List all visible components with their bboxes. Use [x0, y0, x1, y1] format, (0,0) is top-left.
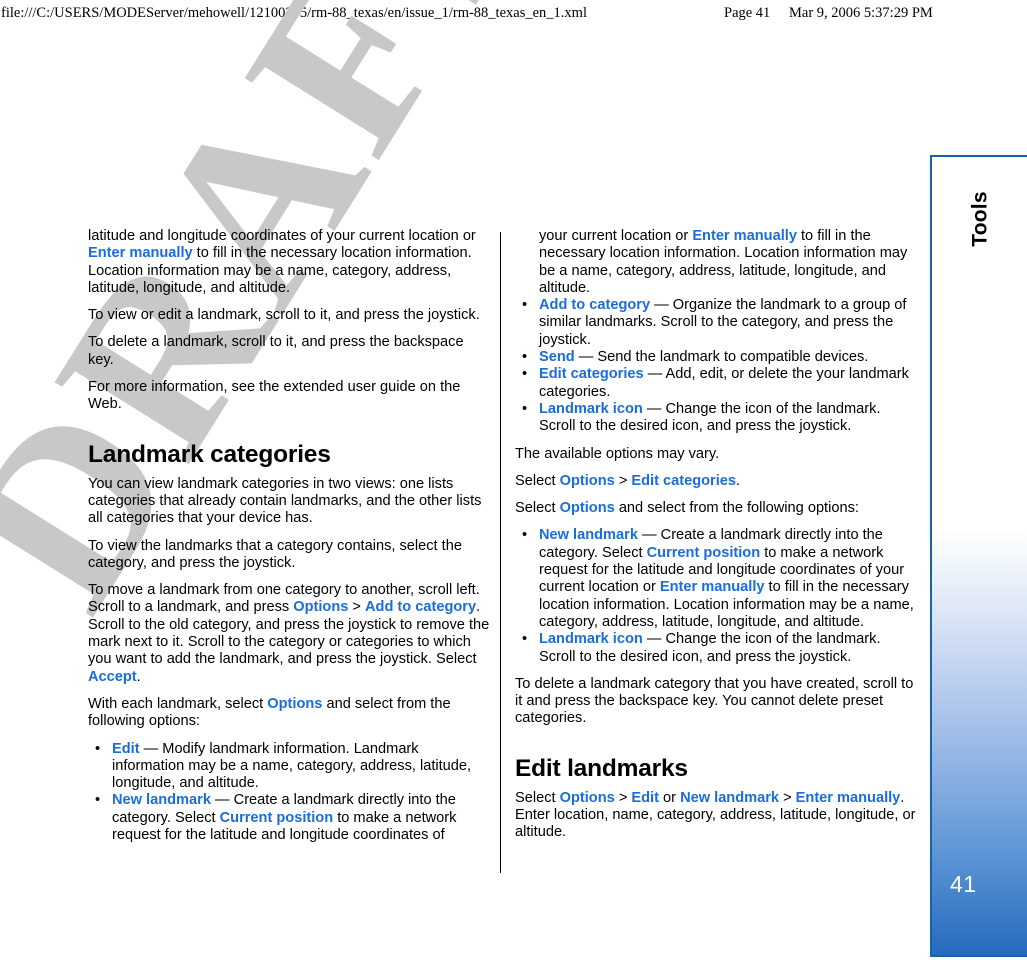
bullet-item: • New landmark — Create a landmark direct…: [88, 792, 492, 844]
ui-term: Options: [267, 695, 323, 712]
body-paragraph: For more information, see the extended u…: [88, 379, 492, 414]
section-heading: Landmark categories: [88, 441, 492, 469]
print-header: file:///C:/USERS/MODEServer/mehowell/121…: [0, 0, 1027, 26]
side-thumb-tab: Tools 41: [930, 155, 1027, 957]
ui-term: Options: [559, 500, 615, 517]
ui-term: Options: [293, 599, 349, 616]
body-paragraph: To delete a landmark category that you h…: [515, 676, 919, 728]
left-text-column: latitude and longitude coordinates of yo…: [88, 228, 492, 854]
bullet-item: • Landmark icon — Change the icon of the …: [515, 401, 919, 436]
ui-term: Landmark icon: [539, 400, 643, 417]
side-tab-label-text: Tools: [968, 191, 992, 247]
bullet-list: • New landmark — Create a landmark direct…: [515, 527, 919, 665]
menu-separator: >: [614, 472, 632, 489]
right-text-column: your current location or Enter manually …: [515, 228, 919, 852]
document-page: file:///C:/USERS/MODEServer/mehowell/121…: [0, 0, 1027, 957]
body-paragraph: Select Options > Edit categories.: [515, 473, 919, 490]
bullet-dot-icon: •: [95, 792, 101, 809]
body-text: .: [136, 668, 141, 685]
print-header-timestamp: Mar 9, 2006 5:37:29 PM: [789, 5, 933, 21]
body-paragraph: To delete a landmark, scroll to it, and …: [88, 334, 492, 369]
ui-term: Enter manually: [795, 789, 901, 806]
column-divider: [500, 232, 501, 873]
body-paragraph: Select Options > Edit or New landmark > …: [515, 790, 919, 842]
body-paragraph: Select Options and select from the follo…: [515, 500, 919, 517]
body-text: or: [658, 789, 681, 806]
bullet-dot-icon: •: [522, 631, 528, 648]
body-text: To view the landmarks that a category co…: [88, 537, 462, 571]
ui-term: Add to category: [365, 599, 477, 616]
ui-term: Options: [559, 789, 615, 806]
body-text: Select: [515, 500, 560, 517]
ui-term: Edit categories: [631, 472, 737, 489]
ui-term: Landmark icon: [539, 631, 643, 648]
body-text: Select: [515, 472, 560, 489]
bullet-item: • Landmark icon — Change the icon of the …: [515, 631, 919, 666]
ui-term: New landmark: [539, 527, 638, 544]
body-text: and select from the following options:: [614, 500, 859, 517]
ui-term: Enter manually: [659, 579, 765, 596]
ui-term: Enter manually: [692, 228, 797, 244]
ui-term: Edit: [112, 740, 140, 757]
bullet-list: • Edit — Modify landmark information. Lan…: [88, 741, 492, 845]
body-text: Select: [515, 789, 560, 806]
body-text: The available options may vary.: [515, 445, 720, 462]
body-text: To delete a landmark category that you h…: [515, 675, 914, 727]
ui-term: Current position: [646, 544, 761, 561]
bullet-item: • Edit — Modify landmark information. Lan…: [88, 741, 492, 793]
bullet-item: • Send — Send the landmark to compatible …: [515, 349, 919, 366]
bullet-dot-icon: •: [522, 349, 528, 366]
print-header-file-path: file:///C:/USERS/MODEServer/mehowell/121…: [1, 5, 587, 21]
ui-term: Current position: [219, 809, 334, 826]
body-paragraph: With each landmark, select Options and s…: [88, 696, 492, 731]
body-paragraph: To move a landmark from one category to …: [88, 582, 492, 686]
body-text: — Modify landmark information. Landmark …: [112, 740, 472, 792]
section-heading: Edit landmarks: [515, 755, 919, 783]
ui-term: Add to category: [539, 297, 651, 314]
ui-term: Send: [539, 349, 575, 366]
menu-separator: >: [779, 789, 796, 806]
page-number: 41: [950, 871, 977, 897]
ui-term: Options: [559, 472, 615, 489]
side-tab-label: Tools: [932, 191, 1027, 246]
menu-separator: >: [348, 599, 365, 616]
ui-term: New landmark: [680, 789, 780, 806]
bullet-item: • Add to category — Organize the landmark…: [515, 297, 919, 349]
bullet-continuation-paragraph: your current location or Enter manually …: [515, 228, 919, 297]
bullet-dot-icon: •: [95, 740, 101, 757]
bullet-dot-icon: •: [522, 366, 528, 383]
ui-term: Accept: [88, 668, 137, 685]
ui-term: Edit categories: [539, 366, 644, 383]
body-text: You can view landmark categories in two …: [88, 475, 482, 527]
body-text: For more information, see the extended u…: [88, 379, 461, 413]
body-text: your current location or: [539, 228, 693, 244]
body-paragraph: You can view landmark categories in two …: [88, 476, 492, 528]
body-paragraph: The available options may vary.: [515, 446, 919, 463]
ui-term: Enter manually: [88, 245, 193, 262]
ui-term: Edit: [631, 789, 659, 806]
bullet-item: • Edit categories — Add, edit, or delete …: [515, 366, 919, 401]
body-text: — Send the landmark to compatible device…: [574, 349, 869, 366]
body-text: With each landmark, select: [88, 695, 268, 712]
body-paragraph: To view the landmarks that a category co…: [88, 538, 492, 573]
print-header-page-label: Page 41: [724, 5, 771, 21]
ui-term: New landmark: [112, 792, 211, 809]
bullet-dot-icon: •: [522, 297, 528, 314]
body-text: .: [736, 472, 741, 489]
bullet-dot-icon: •: [522, 527, 528, 544]
bullet-item: • New landmark — Create a landmark direct…: [515, 527, 919, 631]
menu-separator: >: [614, 789, 632, 806]
bullet-dot-icon: •: [522, 400, 528, 417]
body-text: To delete a landmark, scroll to it, and …: [88, 334, 464, 368]
body-text: Edit landmarks: [515, 754, 688, 782]
body-text: Landmark categories: [88, 440, 331, 468]
body-text: latitude and longitude coordinates of yo…: [88, 228, 476, 244]
body-paragraph: latitude and longitude coordinates of yo…: [88, 228, 492, 297]
side-tab-gradient: [932, 507, 1027, 955]
body-text: To view or edit a landmark, scroll to it…: [88, 307, 480, 324]
bullet-list: • Add to category — Organize the landmark…: [515, 297, 919, 435]
body-paragraph: To view or edit a landmark, scroll to it…: [88, 307, 492, 324]
